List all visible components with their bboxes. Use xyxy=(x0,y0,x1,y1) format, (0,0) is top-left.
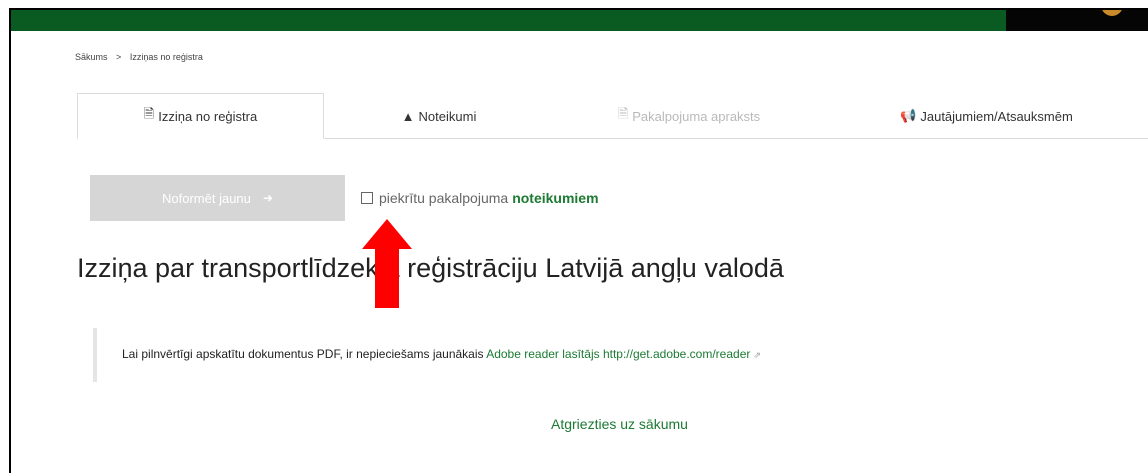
tab-bar: 🗎 Izziņa no reģistra ▲ Noteikumi 🗎 Pakal… xyxy=(77,93,1148,139)
tab-label: Jautājumiem/Atsauksmēm xyxy=(920,108,1073,124)
page-title: Izziņa par transportlīdzekļa reģistrācij… xyxy=(77,253,784,283)
tab-jautajumiem[interactable]: 📢 Jautājumiem/Atsauksmēm xyxy=(824,93,1148,139)
notice-text: Lai pilnvērtīgi apskatītu dokumentus PDF… xyxy=(122,347,484,361)
document-icon: 🗎 xyxy=(617,106,629,121)
new-request-button-label: Noformēt jaunu xyxy=(162,190,251,206)
arrow-right-icon: ➜ xyxy=(262,191,273,205)
tab-izzina-no-registra[interactable]: 🗎 Izziņa no reģistra xyxy=(77,93,324,139)
breadcrumb: Sākums > Izziņas no reģistra xyxy=(75,52,203,62)
terms-link[interactable]: noteikumiem xyxy=(512,190,598,206)
tab-label: Noteikumi xyxy=(418,108,477,124)
breadcrumb-home[interactable]: Sākums xyxy=(75,52,108,62)
header-bar xyxy=(11,10,1006,31)
annotation-arrow-shaft xyxy=(375,249,399,308)
annotation-arrow-head xyxy=(362,219,412,249)
agree-checkbox[interactable] xyxy=(361,192,373,204)
document-icon: 🗎 xyxy=(143,106,155,121)
tab-noteikumi[interactable]: ▲ Noteikumi xyxy=(324,93,554,139)
new-request-button[interactable]: Noformēt jaunu ➜ xyxy=(90,175,345,221)
pdf-notice: Lai pilnvērtīgi apskatītu dokumentus PDF… xyxy=(93,328,1148,382)
browser-frame: Sākums > Izziņas no reģistra 🗎 Izziņa no… xyxy=(9,8,1148,473)
external-link-icon: ⇗ xyxy=(753,350,761,360)
agreement-text: piekrītu pakalpojuma xyxy=(379,190,509,206)
header-bar-dark xyxy=(1006,10,1148,31)
warning-icon: ▲ xyxy=(401,108,415,124)
pdf-notice-text: Lai pilnvērtīgi apskatītu dokumentus PDF… xyxy=(122,347,761,361)
tab-label: Izziņa no reģistra xyxy=(158,108,258,124)
back-to-home-link[interactable]: Atgriezties uz sākumu xyxy=(551,416,688,432)
agreement-row: piekrītu pakalpojuma noteikumiem xyxy=(361,190,599,206)
breadcrumb-current: Izziņas no reģistra xyxy=(129,52,203,62)
tab-label: Pakalpojuma apraksts xyxy=(632,108,761,124)
adobe-reader-link[interactable]: Adobe reader lasītājs http://get.adobe.c… xyxy=(486,347,750,361)
tab-pakalpojuma-apraksts[interactable]: 🗎 Pakalpojuma apraksts xyxy=(554,93,824,139)
breadcrumb-separator: > xyxy=(116,52,122,62)
megaphone-icon: 📢 xyxy=(900,108,917,123)
annotation-arrow-icon xyxy=(362,219,412,308)
